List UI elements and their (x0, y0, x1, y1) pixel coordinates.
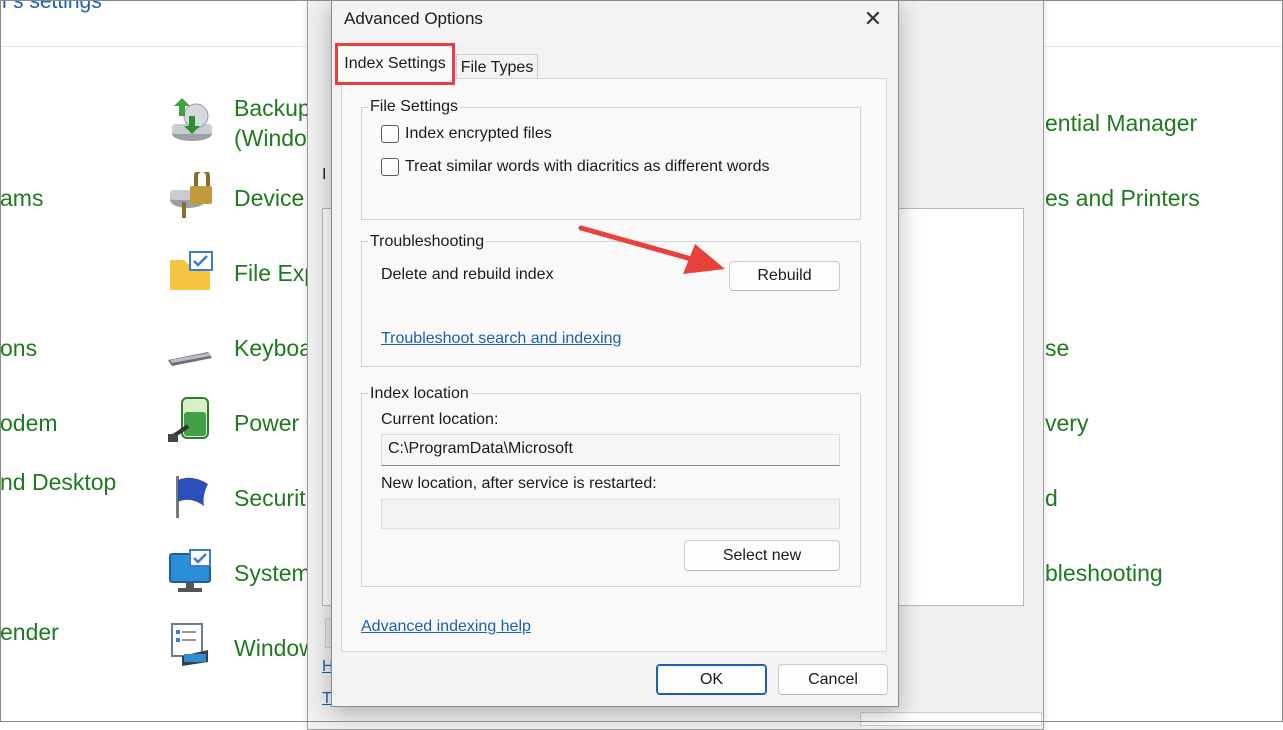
cp-link-remote-desktop[interactable]: nd Desktop (0, 467, 116, 497)
cp-link-defender[interactable]: ender (0, 617, 59, 647)
current-location-field: C:\ProgramData\Microsoft (381, 434, 840, 466)
new-location-label: New location, after service is restarted… (381, 475, 657, 492)
cp-link-backup-line2: (Windo (234, 125, 307, 151)
cp-link-device[interactable]: Device (234, 183, 304, 213)
windows-tools-icon (171, 623, 208, 666)
dialog-title: Advanced Options (344, 9, 483, 28)
checkbox-diacritics[interactable] (381, 158, 399, 176)
option-index-encrypted[interactable]: Index encrypted files (381, 124, 552, 144)
option-diacritics[interactable]: Treat similar words with diacritics as d… (381, 157, 770, 177)
file-explorer-icon (170, 251, 213, 290)
cp-link-credential-manager[interactable]: ential Manager (1045, 108, 1197, 138)
tab-file-types[interactable]: File Types (456, 54, 538, 81)
cp-link-programs[interactable]: ams (0, 183, 43, 213)
cp-link-mouse[interactable]: se (1045, 333, 1069, 363)
file-settings-title: File Settings (368, 97, 461, 117)
troubleshoot-link[interactable]: Troubleshoot search and indexing (381, 329, 621, 349)
backup-icon (172, 98, 212, 141)
label-diacritics: Treat similar words with diacritics as d… (405, 158, 770, 175)
power-battery-icon (168, 397, 209, 442)
device-lock-icon (170, 172, 212, 218)
current-location-label: Current location: (381, 411, 499, 428)
new-location-field (381, 499, 840, 529)
advanced-options-dialog: Advanced Options ✕ File Types File Setti… (331, 0, 899, 707)
select-new-button[interactable]: Select new (684, 540, 840, 571)
close-icon[interactable]: ✕ (860, 6, 886, 32)
cp-link-file-explorer[interactable]: File Exp (234, 258, 317, 288)
cp-link-security[interactable]: Securit (234, 483, 306, 513)
rebuild-label: Delete and rebuild index (381, 266, 554, 283)
advanced-indexing-help-link[interactable]: Advanced indexing help (361, 617, 531, 637)
cp-link-troubleshooting[interactable]: bleshooting (1045, 558, 1163, 588)
control-panel-header: r's settings (2, 0, 102, 13)
rebuild-button[interactable]: Rebuild (729, 261, 840, 291)
security-flag-icon (176, 476, 208, 518)
cp-link-devices-printers[interactable]: es and Printers (1045, 183, 1200, 213)
cancel-button[interactable]: Cancel (778, 664, 888, 695)
keyboard-icon (168, 352, 212, 366)
cp-link-backup[interactable]: Backup (Windo (234, 93, 311, 153)
cp-link-windows-tools[interactable]: Window (234, 633, 316, 663)
indexing-window-close-button-fragment[interactable] (860, 712, 1042, 726)
checkbox-index-encrypted[interactable] (381, 125, 399, 143)
cp-link-sound[interactable]: d (1045, 483, 1058, 513)
annotation-arrow-icon (578, 225, 725, 274)
cp-link-system[interactable]: System (234, 558, 311, 588)
ok-button[interactable]: OK (656, 664, 767, 695)
system-monitor-icon (169, 549, 211, 592)
cp-link-options[interactable]: ons (0, 333, 37, 363)
cp-link-recovery[interactable]: very (1045, 408, 1088, 438)
troubleshooting-title: Troubleshooting (368, 232, 487, 252)
cp-link-backup-line1: Backup (234, 95, 311, 121)
index-settings-panel: File Settings Index encrypted files Trea… (341, 78, 887, 652)
label-index-encrypted: Index encrypted files (405, 125, 552, 142)
index-location-title: Index location (368, 384, 471, 404)
cp-link-keyboard[interactable]: Keyboa (234, 333, 312, 363)
tab-index-settings[interactable]: Index Settings (335, 43, 455, 85)
indexing-window-label-fragment: I (322, 166, 327, 183)
cp-link-modem[interactable]: odem (0, 408, 58, 438)
